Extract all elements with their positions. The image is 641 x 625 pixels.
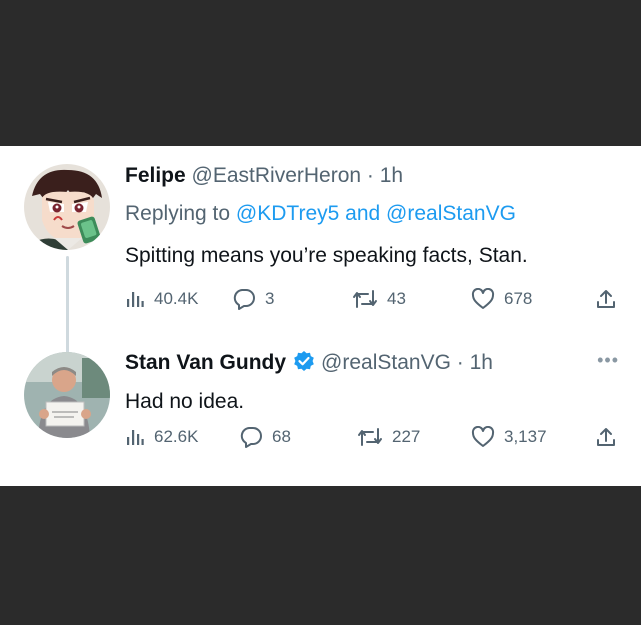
tweet-text: Spitting means you’re speaking facts, St… — [125, 244, 528, 267]
tweet-actions: 62.6K 68 227 3,137 — [125, 424, 617, 450]
share-icon — [597, 428, 615, 446]
user-handle[interactable]: @realStanVG — [321, 351, 451, 374]
replying-to-label: Replying to — [125, 202, 231, 225]
views-count: 40.4K — [154, 289, 199, 308]
anime-avatar-image — [24, 164, 110, 250]
display-name[interactable]: Stan Van Gundy — [125, 351, 286, 374]
mention-link[interactable]: @realStanVG — [386, 202, 516, 225]
like-button[interactable]: 678 — [471, 286, 532, 312]
mention-and[interactable]: and — [345, 202, 380, 225]
tweet-thread-card: Felipe @EastRiverHeron · 1h Replying to … — [0, 146, 641, 486]
retweet-icon — [353, 290, 377, 308]
views-button[interactable]: 62.6K — [125, 424, 198, 450]
reply-count: 68 — [272, 427, 291, 446]
reply-button[interactable]: 68 — [239, 424, 291, 450]
share-button[interactable] — [595, 424, 617, 450]
thread-connector-line — [66, 256, 69, 354]
avatar[interactable] — [24, 164, 110, 250]
views-icon — [127, 430, 144, 445]
timestamp[interactable]: · 1h — [367, 164, 403, 187]
tweet-header: Felipe @EastRiverHeron · 1h — [125, 163, 403, 189]
man-holding-sign-photo — [24, 352, 110, 438]
avatar[interactable] — [24, 352, 110, 438]
more-icon[interactable]: ••• — [597, 350, 619, 371]
mention-link[interactable]: @KDTrey5 — [236, 202, 339, 225]
display-name[interactable]: Felipe — [125, 164, 186, 187]
reply-icon — [233, 289, 255, 310]
share-icon — [597, 290, 615, 308]
like-count: 3,137 — [504, 427, 547, 446]
reply-button[interactable]: 3 — [232, 286, 274, 312]
timestamp[interactable]: · 1h — [457, 351, 493, 374]
like-icon — [471, 288, 495, 309]
reply-count: 3 — [265, 289, 275, 308]
tweet-header: Stan Van Gundy @realStanVG · 1h — [125, 350, 493, 376]
verified-badge-icon — [294, 351, 314, 371]
retweet-icon — [358, 428, 382, 446]
views-count: 62.6K — [154, 427, 199, 446]
tweet-text: Had no idea. — [125, 390, 245, 413]
retweet-button[interactable]: 227 — [357, 424, 420, 450]
share-button[interactable] — [595, 286, 617, 312]
user-handle[interactable]: @EastRiverHeron — [192, 164, 362, 187]
reply-icon — [240, 427, 262, 448]
like-count: 678 — [504, 289, 533, 308]
replying-to: Replying to @KDTrey5 and @realStanVG — [125, 201, 516, 227]
retweet-button[interactable]: 43 — [352, 286, 406, 312]
like-icon — [471, 426, 495, 447]
like-button[interactable]: 3,137 — [471, 424, 547, 450]
retweet-count: 227 — [392, 427, 421, 446]
retweet-count: 43 — [387, 289, 406, 308]
tweet-actions: 40.4K 3 43 678 — [125, 286, 617, 312]
views-icon — [127, 292, 144, 307]
views-button[interactable]: 40.4K — [125, 286, 198, 312]
